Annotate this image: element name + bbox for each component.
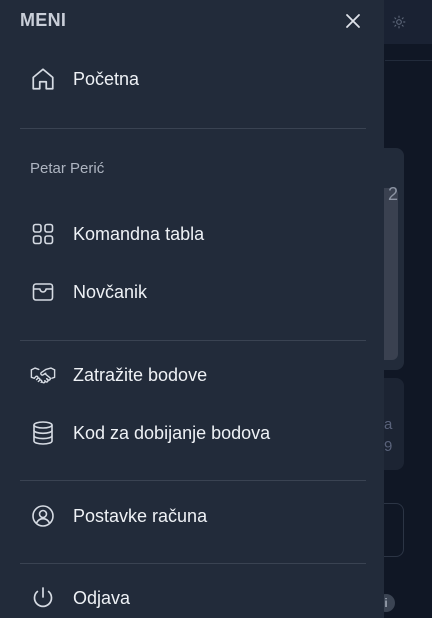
menu-item-logout-label: Odjava — [73, 587, 131, 608]
sun-icon[interactable] — [392, 15, 406, 29]
menu-item-logout[interactable]: Odjava — [0, 578, 384, 618]
close-button[interactable] — [340, 8, 366, 34]
home-icon — [30, 66, 56, 92]
background-card-text-2: 9 — [384, 438, 393, 455]
menu-item-wallet-label: Novčanik — [73, 281, 148, 302]
menu-divider — [20, 563, 366, 564]
background-card-text-1: a — [384, 416, 393, 433]
user-circle-icon — [30, 503, 56, 529]
wallet-icon — [30, 279, 56, 305]
user-name: Petar Perić — [30, 160, 105, 177]
menu-item-dashboard[interactable]: Komandna tabla — [0, 214, 384, 254]
coins-stack-icon — [30, 420, 56, 446]
menu-item-home-label: Početna — [73, 68, 140, 89]
menu-item-wallet[interactable]: Novčanik — [0, 272, 384, 312]
background-divider — [385, 60, 432, 61]
drawer-title: MENI — [20, 10, 67, 30]
navigation-drawer: MENI Početna Petar Perić Komandna tabla … — [0, 0, 384, 618]
menu-item-claim-points-label: Zatražite bodove — [73, 364, 208, 385]
menu-item-account-settings-label: Postavke računa — [73, 505, 208, 526]
menu-item-account-settings[interactable]: Postavke računa — [0, 496, 384, 536]
menu-divider — [20, 480, 366, 481]
handshake-icon — [30, 362, 56, 388]
close-icon — [344, 12, 362, 30]
background-card-digit: 2 — [387, 184, 398, 204]
menu-item-dashboard-label: Komandna tabla — [73, 223, 205, 244]
menu-divider — [20, 340, 366, 341]
grid-icon — [30, 221, 56, 247]
menu-item-home[interactable]: Početna — [0, 59, 384, 99]
menu-divider — [20, 128, 366, 129]
menu-item-points-code-label: Kod za dobijanje bodova — [73, 422, 271, 443]
power-icon — [30, 585, 56, 611]
menu-item-points-code[interactable]: Kod za dobijanje bodova — [0, 413, 384, 453]
menu-item-claim-points[interactable]: Zatražite bodove — [0, 355, 384, 395]
